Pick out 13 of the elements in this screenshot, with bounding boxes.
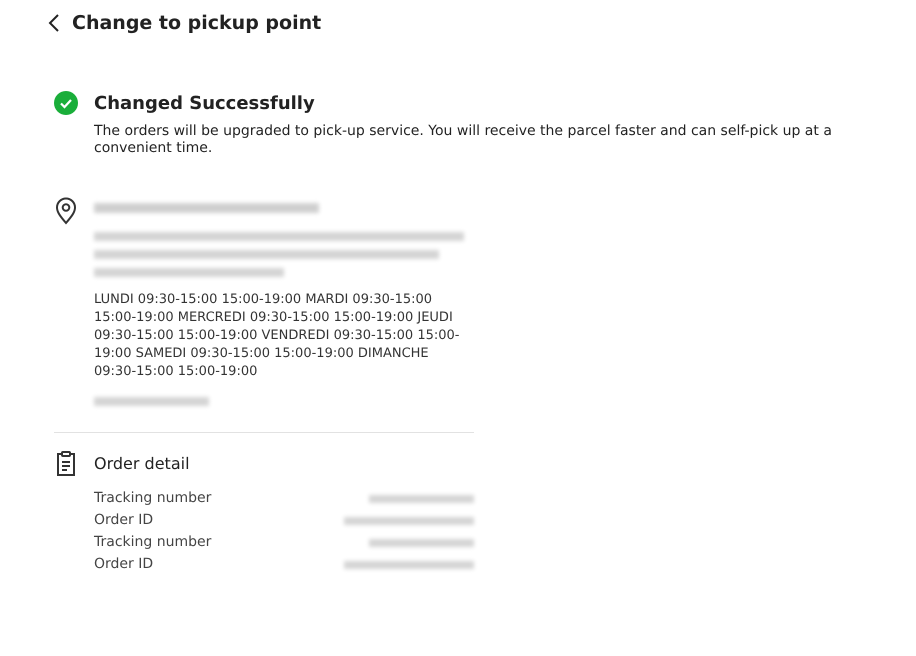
opening-hours: LUNDI 09:30-15:00 15:00-19:00 MARDI 09:30-15:00 15:00-19:00 MERCREDI 09:30-15:00 15:00-19:00 JEUDI 09:30-15:00 15:00-19:00 VENDREDI 09:30-15:00 15:00-19:00 SAMEDI 09:30-15:00 15:00-19:00 DIMANCHE 09:30-15:00 15:00-19:00	[94, 290, 460, 380]
clipboard-icon	[54, 450, 78, 476]
row-label: Tracking number	[94, 533, 212, 552]
page-title: Change to pickup point	[72, 11, 322, 36]
check-circle-icon	[54, 91, 78, 115]
success-message: The orders will be upgraded to pick-up service. You will receive the parcel faster and can self-pick up at a convenient time.	[93, 122, 833, 156]
row-label: Tracking number	[94, 489, 212, 508]
location-pin-icon	[54, 196, 78, 224]
section-title: Order detail	[94, 452, 191, 474]
row-label: Order ID	[94, 555, 154, 574]
back-icon[interactable]	[48, 13, 60, 34]
row-label: Order ID	[94, 511, 154, 530]
success-title: Changed Successfully	[94, 92, 315, 116]
